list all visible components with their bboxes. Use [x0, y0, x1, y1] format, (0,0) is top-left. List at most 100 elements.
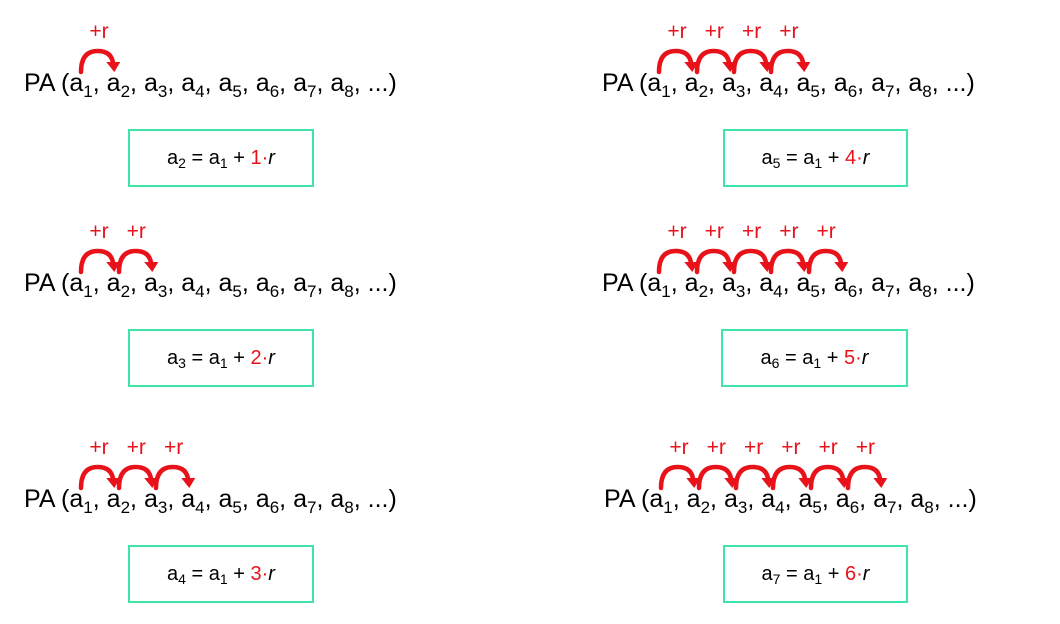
formula-coefficient: 2·: [250, 346, 269, 369]
sequence-separator: ,: [241, 485, 256, 513]
sequence-term: a6: [255, 69, 280, 101]
progression-panel-6: PA ( a1, a2, a3, a4, a5, a6, a7, a8, ...…: [604, 424, 1060, 624]
step-label: +r: [779, 220, 799, 243]
formula-a1-base: a: [802, 346, 814, 369]
step-label: +r: [704, 20, 724, 43]
formula-plus: +: [822, 146, 845, 169]
step-arc-path: [153, 464, 191, 491]
formula-box: a4 = a1 + 3· r: [128, 545, 314, 603]
formula-equals: =: [185, 346, 209, 369]
formula-coefficient: 1·: [250, 146, 269, 169]
formula-a1-base: a: [803, 562, 815, 585]
formula-box: a7 = a1 + 6· r: [723, 545, 908, 603]
sequence-term-index: 2: [120, 282, 131, 301]
formula-lhs-sub: 3: [178, 354, 186, 371]
progression-panel-2: PA ( a1, a2, a3, a4, a5, a6, a7, a8, ...…: [24, 208, 494, 408]
step-label: +r: [89, 20, 109, 43]
formula-coefficient: 4·: [844, 146, 863, 169]
formula-equals: =: [185, 562, 209, 585]
step-label: +r: [779, 20, 799, 43]
sequence-prefix: PA (: [24, 69, 70, 97]
sequence-suffix: ): [388, 485, 397, 513]
sequence-term-index: 4: [773, 82, 783, 101]
formula-a1: a1: [803, 563, 822, 586]
formula-lhs: a5: [762, 147, 781, 170]
sequence-term: a6: [255, 485, 280, 517]
sequence-term: a5: [218, 269, 242, 301]
sequence-ellipsis: ...: [945, 269, 967, 297]
formula-a1: a1: [209, 563, 228, 586]
sequence-term-index: 5: [232, 498, 242, 517]
step-arc-path: [768, 248, 806, 275]
sequence-separator: ,: [316, 269, 331, 297]
formula-lhs: a2: [167, 147, 186, 170]
step-arrowhead: [181, 478, 196, 488]
step-label: +r: [706, 436, 726, 459]
step-arrowhead: [796, 62, 811, 72]
formula-ratio: r: [862, 146, 870, 169]
step-label: +r: [741, 20, 762, 43]
sequence-term: a7: [871, 69, 895, 101]
step-arc-arrow: [153, 464, 196, 491]
sequence-separator: ,: [167, 69, 182, 97]
sequence-term: a4: [181, 69, 205, 101]
step-arc-arrow: [806, 248, 848, 275]
sequence-prefix: PA (: [604, 485, 650, 513]
step-arrowhead: [833, 262, 848, 272]
formula-lhs-sub: 2: [178, 154, 186, 171]
step-arc-path: [770, 464, 808, 491]
sequence-term-index: 5: [812, 498, 822, 517]
step-arc-path: [657, 48, 694, 75]
step-arc-path: [79, 48, 116, 75]
step-arc-arrow: [768, 48, 811, 75]
step-label: +r: [741, 220, 762, 243]
step-label: +r: [89, 220, 109, 243]
step-arc-path: [116, 464, 154, 491]
sequence-term-index: 4: [775, 498, 785, 517]
sequence-term: a6: [833, 69, 858, 101]
formula-ratio: r: [268, 562, 275, 585]
sequence-suffix: ): [966, 269, 975, 297]
formula-a1-base: a: [208, 562, 220, 585]
formula-plus: +: [821, 346, 844, 369]
step-arc-path: [808, 464, 846, 491]
sequence-term-index: 7: [306, 498, 317, 517]
formula-a1-base: a: [803, 146, 815, 169]
sequence-term-index: 2: [698, 282, 709, 301]
sequence-separator: ,: [279, 69, 294, 97]
sequence-term-index: 7: [306, 282, 317, 301]
formula-plus: +: [227, 146, 251, 169]
sequence-suffix: ): [966, 69, 975, 97]
sequence-separator: ,: [204, 269, 219, 297]
formula-a1-sub: 1: [219, 354, 228, 371]
sequence-term: a6: [255, 269, 280, 301]
sequence-term-index: 1: [661, 282, 671, 301]
sequence-term-index: 1: [83, 82, 93, 101]
formula-equals: =: [780, 562, 804, 585]
formula-plus: +: [227, 346, 251, 369]
formula-lhs: a6: [761, 347, 780, 370]
sequence-separator: ,: [204, 485, 219, 513]
formula-lhs-base: a: [167, 346, 179, 369]
formula-a1: a1: [802, 347, 821, 370]
step-label: +r: [667, 220, 687, 243]
formula-lhs-sub: 6: [771, 354, 780, 371]
sequence-term: a7: [293, 69, 317, 101]
formula-ratio: r: [861, 346, 869, 369]
sequence-term: a7: [293, 269, 317, 301]
formula-a1-sub: 1: [814, 570, 823, 587]
sequence-term: a8: [330, 485, 354, 517]
sequence-term-index: 3: [157, 82, 168, 101]
formula-box: a2 = a1 + 1· r: [128, 129, 314, 187]
sequence-ellipsis: ...: [367, 69, 389, 97]
sequence-term-index: 6: [269, 498, 280, 517]
sequence-term-index: 3: [157, 498, 168, 517]
sequence-separator: ,: [896, 485, 911, 513]
formula-coefficient: 6·: [844, 562, 863, 585]
sequence-term: a4: [181, 269, 205, 301]
formula-a1-base: a: [208, 146, 220, 169]
sequence-suffix: ): [388, 69, 397, 97]
sequence-term-index: 7: [306, 82, 317, 101]
sequence-term-index: 3: [157, 282, 168, 301]
sequence-term-index: 6: [269, 282, 280, 301]
